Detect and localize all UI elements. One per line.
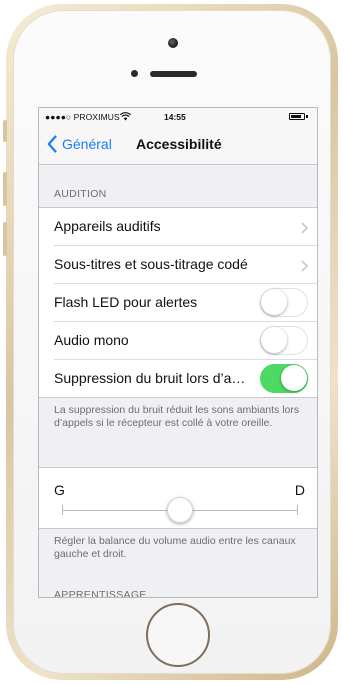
status-time: 14:55 — [164, 112, 186, 122]
home-button[interactable] — [146, 603, 210, 667]
battery-tip — [306, 115, 308, 118]
balance-footnote: Régler la balance du volume audio entre … — [54, 535, 296, 560]
mono-audio-toggle[interactable] — [260, 326, 308, 355]
balance-right-label: D — [294, 482, 305, 498]
section-header-audition: AUDITION — [54, 188, 107, 200]
front-camera — [168, 38, 178, 48]
back-button[interactable]: Général — [62, 136, 112, 152]
toggle-knob — [281, 365, 307, 391]
balance-group: G D — [39, 467, 317, 529]
section-header-learning: APPRENTISSAGE — [54, 589, 147, 598]
chevron-right-icon — [301, 222, 308, 234]
screen: ●●●●○ PROXIMUS 14:55 Général Accessibili… — [38, 107, 318, 598]
balance-left-label: G — [54, 482, 65, 498]
battery-icon — [289, 113, 305, 120]
row-mono-audio: Audio mono — [39, 322, 317, 360]
chevron-right-icon — [301, 260, 308, 272]
row-label: Audio mono — [54, 332, 129, 348]
wifi-icon — [120, 112, 131, 121]
row-subtitles[interactable]: Sous-titres et sous-titrage codé — [39, 246, 317, 284]
page-title: Accessibilité — [136, 136, 222, 152]
noise-cancellation-toggle[interactable] — [260, 364, 308, 393]
slider-max-tick — [297, 505, 298, 515]
toggle-knob — [261, 289, 287, 315]
led-flash-toggle[interactable] — [260, 288, 308, 317]
row-noise-cancellation: Suppression du bruit lors d’a… — [39, 360, 317, 398]
audition-group: Appareils auditifs Sous-titres et sous-t… — [39, 207, 317, 398]
row-led-flash: Flash LED pour alertes — [39, 284, 317, 322]
carrier-signal: ●●●●○ PROXIMUS — [45, 112, 120, 122]
row-label: Suppression du bruit lors d’a… — [54, 370, 246, 386]
mute-switch — [3, 120, 7, 142]
status-bar: ●●●●○ PROXIMUS 14:55 — [39, 108, 317, 126]
noise-cancellation-footnote: La suppression du bruit réduit les sons … — [54, 404, 300, 429]
earpiece-speaker — [150, 71, 197, 77]
row-hearing-aids[interactable]: Appareils auditifs — [39, 208, 317, 246]
volume-up-button — [3, 172, 7, 206]
proximity-sensor — [131, 70, 138, 77]
row-label: Flash LED pour alertes — [54, 294, 198, 310]
balance-slider-thumb[interactable] — [166, 497, 193, 523]
toggle-knob — [261, 327, 287, 353]
volume-down-button — [3, 222, 7, 256]
row-label: Sous-titres et sous-titrage codé — [54, 256, 248, 272]
row-label: Appareils auditifs — [54, 218, 161, 234]
navigation-bar: Général Accessibilité — [39, 126, 317, 165]
back-chevron-icon[interactable] — [47, 135, 57, 153]
